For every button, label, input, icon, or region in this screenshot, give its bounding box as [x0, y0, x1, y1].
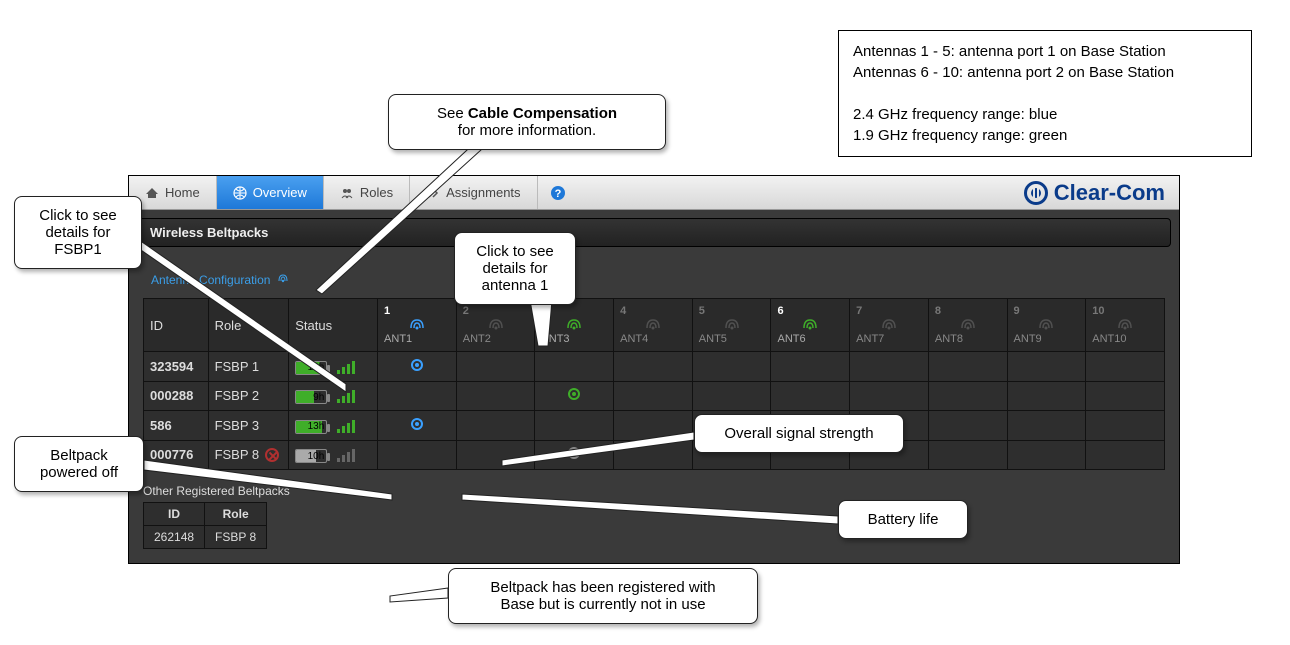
callout-registered-text: Beltpack has been registered with Base b… [490, 579, 715, 613]
info-l3: 2.4 GHz frequency range: blue [853, 104, 1237, 125]
callout-poweredoff: Beltpack powered off [14, 436, 144, 492]
callout-registered: Beltpack has been registered with Base b… [448, 568, 758, 624]
callout-signal-text: Overall signal strength [724, 425, 873, 442]
callout-poweredoff-text: Beltpack powered off [40, 447, 118, 481]
info-box: Antennas 1 - 5: antenna port 1 on Base S… [838, 30, 1252, 157]
callout-signal: Overall signal strength [694, 414, 904, 453]
callout-fsbp1: Click to see details for FSBP1 [14, 196, 142, 269]
callout-battery-text: Battery life [868, 511, 939, 528]
callout-antenna1: Click to see details for antenna 1 [454, 232, 576, 305]
callout-cc-b: Cable Compensation [468, 105, 617, 122]
info-l1: Antennas 1 - 5: antenna port 1 on Base S… [853, 41, 1237, 62]
callout-cc-c: for more information. [458, 122, 596, 139]
callout-antenna1-text: Click to see details for antenna 1 [476, 243, 554, 294]
callout-battery: Battery life [838, 500, 968, 539]
info-l2: Antennas 6 - 10: antenna port 2 on Base … [853, 62, 1237, 83]
callout-cablecomp: See Cable Compensation for more informat… [388, 94, 666, 150]
callout-fsbp1-text: Click to see details for FSBP1 [39, 207, 117, 258]
callout-cc-a: See [437, 105, 468, 122]
info-l4: 1.9 GHz frequency range: green [853, 125, 1237, 146]
